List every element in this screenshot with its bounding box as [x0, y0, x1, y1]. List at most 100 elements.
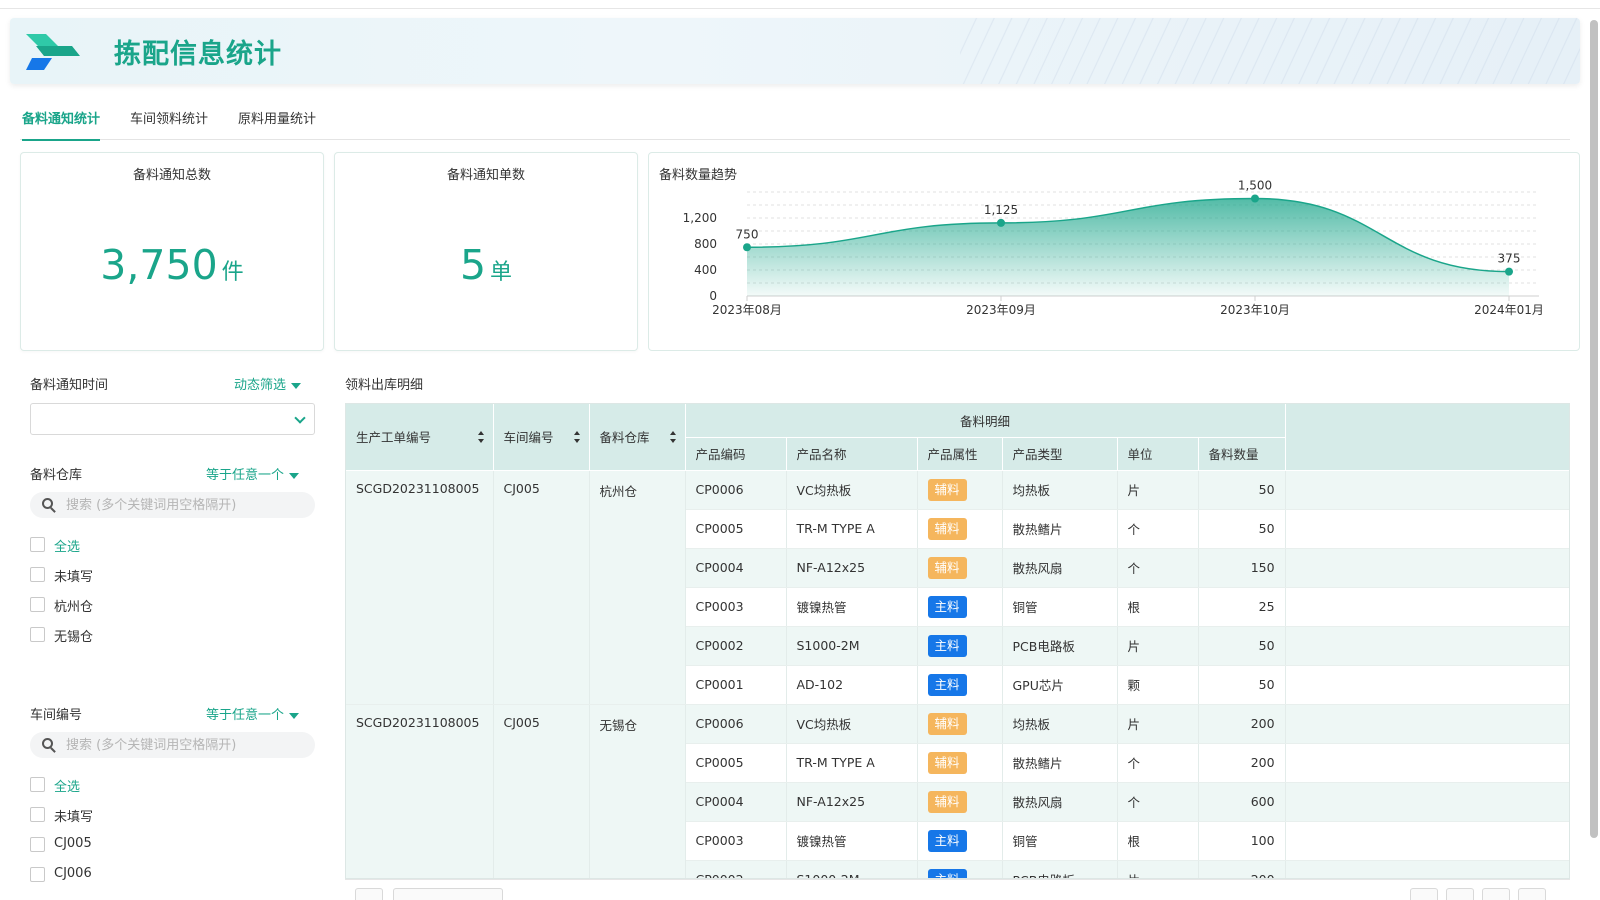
filter-workshop-mode[interactable]: 等于任意一个 [206, 704, 300, 723]
cell-product-code: CP0006 [685, 704, 787, 744]
cell-workshop: CJ005 [493, 704, 590, 878]
cell-filler [1285, 509, 1569, 549]
cell-product-code: CP0003 [685, 587, 787, 627]
y-tick-label: 400 [694, 263, 717, 277]
checkbox[interactable] [30, 537, 45, 552]
tab-notice-stats[interactable]: 备料通知统计 [22, 108, 101, 141]
cell-product-type: PCB电路板 [1002, 860, 1118, 878]
sort-icon[interactable] [669, 430, 677, 443]
col-header-product-attr[interactable]: 产品属性 [917, 437, 1003, 471]
col-header-product-code[interactable]: 产品编码 [685, 437, 787, 471]
search-icon [42, 738, 53, 749]
col-header-unit[interactable]: 单位 [1117, 437, 1199, 471]
cell-product-attr: 辅料 [917, 704, 1003, 744]
checkbox[interactable] [30, 867, 45, 882]
cell-product-code: CP0005 [685, 743, 787, 783]
top-bar [0, 0, 1600, 9]
cell-product-code: CP0002 [685, 626, 787, 666]
cell-product-name: S1000-2M [786, 626, 918, 666]
detail-table-title: 领料出库明细 [345, 378, 424, 393]
option-label: 未填写 [54, 810, 94, 825]
cell-unit: 片 [1117, 860, 1199, 878]
stat-card-orders-value: 5单 [335, 241, 637, 289]
checkbox[interactable] [30, 567, 45, 582]
cell-unit: 根 [1117, 587, 1199, 627]
checkbox[interactable] [30, 627, 45, 642]
cell-product-type: 散热鳍片 [1002, 509, 1118, 549]
col-header-product-name[interactable]: 产品名称 [786, 437, 918, 471]
data-label: 375 [1498, 252, 1521, 266]
col-header-workshop[interactable]: 车间编号 [493, 404, 590, 471]
cell-product-attr: 辅料 [917, 470, 1003, 510]
detail-table-container[interactable]: 生产工单编号 车间编号 备料仓库 备料明细 产品编码 产品名称 产品属性 产品类… [345, 403, 1570, 879]
attr-badge: 辅料 [927, 790, 967, 813]
col-header-warehouse[interactable]: 备料仓库 [589, 404, 686, 471]
pager-last-button[interactable] [1518, 888, 1546, 900]
checkbox[interactable] [30, 597, 45, 612]
cell-product-type: GPU芯片 [1002, 665, 1118, 705]
cell-product-attr: 主料 [917, 626, 1003, 666]
pager-page-button[interactable] [1446, 888, 1474, 900]
warehouse-search-box [30, 492, 315, 518]
col-header-label: 生产工单编号 [356, 430, 432, 446]
page-scrollbar[interactable] [1590, 20, 1598, 838]
tab-material-usage-stats[interactable]: 原料用量统计 [238, 108, 316, 139]
cell-product-name: TR-M TYPE A [786, 743, 918, 783]
cell-product-type: 散热风扇 [1002, 548, 1118, 588]
col-group-header-detail: 备料明细 [685, 404, 1286, 438]
workshop-search-box [30, 732, 315, 758]
filter-warehouse-label: 备料仓库 [30, 468, 83, 483]
pager-size-select[interactable] [393, 888, 503, 900]
cell-quantity: 50 [1198, 470, 1286, 510]
pager-next-button[interactable] [1482, 888, 1510, 900]
x-tick-label: 2023年10月 [1220, 303, 1290, 317]
attr-badge: 辅料 [927, 478, 967, 501]
sort-icon[interactable] [573, 430, 581, 443]
cell-product-attr: 辅料 [917, 548, 1003, 588]
col-header-product-type[interactable]: 产品类型 [1002, 437, 1118, 471]
filter-time-mode[interactable]: 动态筛选 [234, 374, 302, 393]
stat-total-number: 3,750 [100, 241, 218, 289]
cell-unit: 颗 [1117, 665, 1199, 705]
pager-prev-button[interactable] [1410, 888, 1438, 900]
cell-quantity: 200 [1198, 704, 1286, 744]
option-label: 无锡仓 [54, 630, 94, 645]
cell-unit: 个 [1117, 509, 1199, 549]
cell-product-name: VC均热板 [786, 470, 918, 510]
checkbox[interactable] [30, 777, 45, 792]
cell-warehouse: 无锡仓 [589, 704, 686, 878]
tab-workshop-pick-stats[interactable]: 车间领料统计 [130, 108, 208, 139]
stat-orders-number: 5 [459, 241, 487, 289]
search-icon [42, 498, 53, 509]
sort-icon[interactable] [477, 430, 485, 443]
cell-unit: 个 [1117, 743, 1199, 783]
cell-quantity: 200 [1198, 743, 1286, 783]
checkbox[interactable] [30, 837, 45, 852]
cell-filler [1285, 782, 1569, 822]
col-header-quantity[interactable]: 备料数量 [1198, 437, 1286, 471]
warehouse-search-input[interactable] [66, 496, 306, 514]
cell-unit: 个 [1117, 782, 1199, 822]
pager-size-button[interactable] [355, 888, 383, 900]
x-tick-label: 2023年08月 [712, 303, 782, 317]
checkbox[interactable] [30, 807, 45, 822]
attr-badge: 主料 [927, 634, 967, 657]
cell-product-attr: 辅料 [917, 782, 1003, 822]
col-header-order-no[interactable]: 生产工单编号 [346, 404, 494, 471]
table-row[interactable]: SCGD20231108005 CJ005 杭州仓 CP0006 VC均热板 辅料 均热板片… [346, 470, 1569, 705]
cell-quantity: 600 [1198, 782, 1286, 822]
page-title: 拣配信息统计 [114, 39, 282, 70]
cell-unit: 个 [1117, 548, 1199, 588]
table-row[interactable]: SCGD20231108005 CJ005 无锡仓 CP0006 VC均热板 辅料 均热板片… [346, 704, 1569, 878]
cell-product-attr: 主料 [917, 860, 1003, 878]
filter-warehouse-mode[interactable]: 等于任意一个 [206, 464, 300, 483]
cell-filler [1285, 821, 1569, 861]
cell-filler [1285, 548, 1569, 588]
cell-filler [1285, 470, 1569, 510]
cell-product-name: TR-M TYPE A [786, 509, 918, 549]
time-range-select[interactable] [30, 403, 315, 435]
cell-product-attr: 主料 [917, 587, 1003, 627]
cell-order-no: SCGD20231108005 [346, 470, 494, 705]
workshop-search-input[interactable] [66, 736, 306, 754]
filter-time-label: 备料通知时间 [30, 378, 109, 393]
